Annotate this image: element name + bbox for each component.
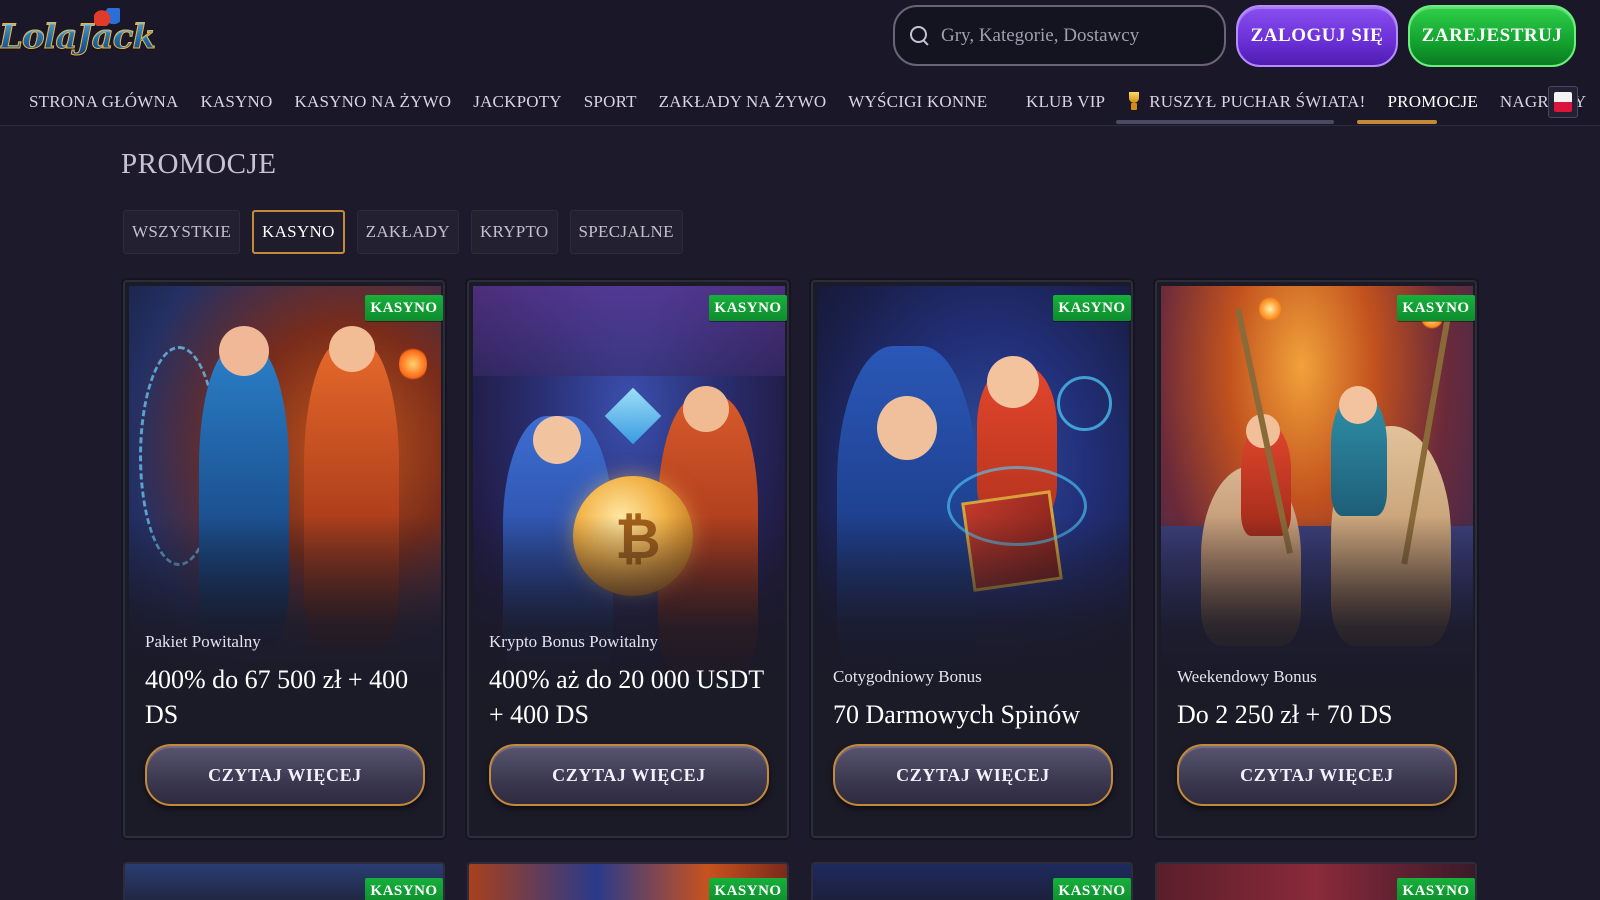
nav-item-world-cup[interactable]: RUSZYŁ PUCHAR ŚWIATA!: [1116, 88, 1376, 116]
tab-crypto[interactable]: KRYPTO: [470, 210, 558, 254]
nav-item-sport[interactable]: SPORT: [573, 88, 648, 116]
category-badge: KASYNO: [1397, 878, 1475, 900]
category-badge: KASYNO: [365, 878, 443, 900]
nav-item-vip-club[interactable]: KLUB VIP: [1015, 88, 1116, 116]
tab-all[interactable]: WSZYSTKIE: [123, 210, 241, 254]
category-badge: KASYNO: [709, 295, 787, 321]
poland-flag-icon: [1554, 92, 1572, 112]
register-button[interactable]: ZAREJESTRUJ: [1408, 5, 1576, 67]
category-badge: KASYNO: [1053, 878, 1131, 900]
top-bar: LolaJack ZALOGUJ SIĘ ZAREJESTRUJ STRONA …: [0, 0, 1600, 126]
category-badge: KASYNO: [709, 878, 787, 900]
nav-item-rewards[interactable]: NAGRODY: [1489, 88, 1597, 116]
read-more-button[interactable]: CZYTAJ WIĘCEJ: [489, 744, 769, 806]
tab-special[interactable]: SPECJALNE: [569, 210, 683, 254]
nav-underline-world-cup: [1116, 120, 1334, 124]
nav-item-world-cup-label: RUSZYŁ PUCHAR ŚWIATA!: [1149, 92, 1366, 111]
promo-card[interactable]: KASYNO: [1155, 862, 1477, 900]
promo-title: 70 Darmowych Spinów: [833, 700, 1080, 729]
nav-item-promotions[interactable]: PROMOCJE: [1377, 88, 1489, 116]
read-more-button[interactable]: CZYTAJ WIĘCEJ: [1177, 744, 1457, 806]
search-input[interactable]: [941, 24, 1211, 47]
promo-card-image: [1161, 286, 1473, 686]
promo-subtitle: Cotygodniowy Bonus: [833, 667, 982, 686]
promo-card-image: ₿: [473, 286, 785, 686]
promo-card[interactable]: KASYNO Weekendowy Bonus Do 2 250 zł + 70…: [1155, 280, 1477, 838]
category-badge: KASYNO: [1397, 295, 1475, 321]
secondary-nav: KLUB VIP RUSZYŁ PUCHAR ŚWIATA! PROMOCJE …: [1015, 88, 1597, 116]
nav-item-horse-racing[interactable]: WYŚCIGI KONNE: [837, 88, 998, 116]
promo-card[interactable]: KASYNO Cotygodniowy Bonus 70 Darmowych S…: [811, 280, 1133, 838]
promo-subtitle: Krypto Bonus Powitalny: [489, 632, 659, 651]
promo-filter-tabs: WSZYSTKIE KASYNO ZAKŁADY KRYPTO SPECJALN…: [123, 210, 683, 254]
promo-card-image: [129, 286, 441, 686]
read-more-button[interactable]: CZYTAJ WIĘCEJ: [145, 744, 425, 806]
jester-hat-icon: [94, 8, 120, 26]
promo-title: Do 2 250 zł + 70 DS: [1177, 700, 1393, 729]
promo-card-image: [817, 286, 1129, 686]
page-title: PROMOCJE: [121, 148, 277, 180]
trophy-icon: [1127, 92, 1141, 110]
nav-item-casino[interactable]: KASYNO: [189, 88, 283, 116]
search-icon: [909, 25, 931, 47]
promo-card[interactable]: ₿ KASYNO Krypto Bonus Powitalny 400% aż …: [467, 280, 789, 838]
language-selector[interactable]: [1548, 86, 1578, 118]
promo-card[interactable]: KASYNO: [123, 862, 445, 900]
nav-underline-active: [1357, 120, 1437, 124]
site-logo[interactable]: LolaJack: [0, 8, 156, 66]
category-badge: KASYNO: [365, 295, 443, 321]
main-nav: STRONA GŁÓWNA KASYNO KASYNO NA ŻYWO JACK…: [18, 88, 998, 116]
login-button[interactable]: ZALOGUJ SIĘ: [1236, 5, 1398, 67]
logo-text: LolaJack: [0, 17, 156, 58]
promo-title: 400% aż do 20 000 USDT + 400 DS: [489, 665, 764, 729]
promo-card[interactable]: KASYNO Pakiet Powitalny 400% do 67 500 z…: [123, 280, 445, 838]
category-badge: KASYNO: [1053, 295, 1131, 321]
nav-item-jackpots[interactable]: JACKPOTY: [462, 88, 573, 116]
tab-betting[interactable]: ZAKŁADY: [356, 210, 459, 254]
nav-item-live-betting[interactable]: ZAKŁADY NA ŻYWO: [648, 88, 838, 116]
read-more-button[interactable]: CZYTAJ WIĘCEJ: [833, 744, 1113, 806]
search-box[interactable]: [893, 5, 1226, 66]
tab-casino[interactable]: KASYNO: [252, 210, 345, 254]
promo-card[interactable]: KASYNO: [811, 862, 1133, 900]
nav-item-home[interactable]: STRONA GŁÓWNA: [18, 88, 189, 116]
promo-title: 400% do 67 500 zł + 400 DS: [145, 665, 409, 729]
promo-subtitle: Pakiet Powitalny: [145, 632, 261, 651]
promo-subtitle: Weekendowy Bonus: [1177, 667, 1317, 686]
promo-card[interactable]: KASYNO: [467, 862, 789, 900]
nav-item-live-casino[interactable]: KASYNO NA ŻYWO: [284, 88, 463, 116]
